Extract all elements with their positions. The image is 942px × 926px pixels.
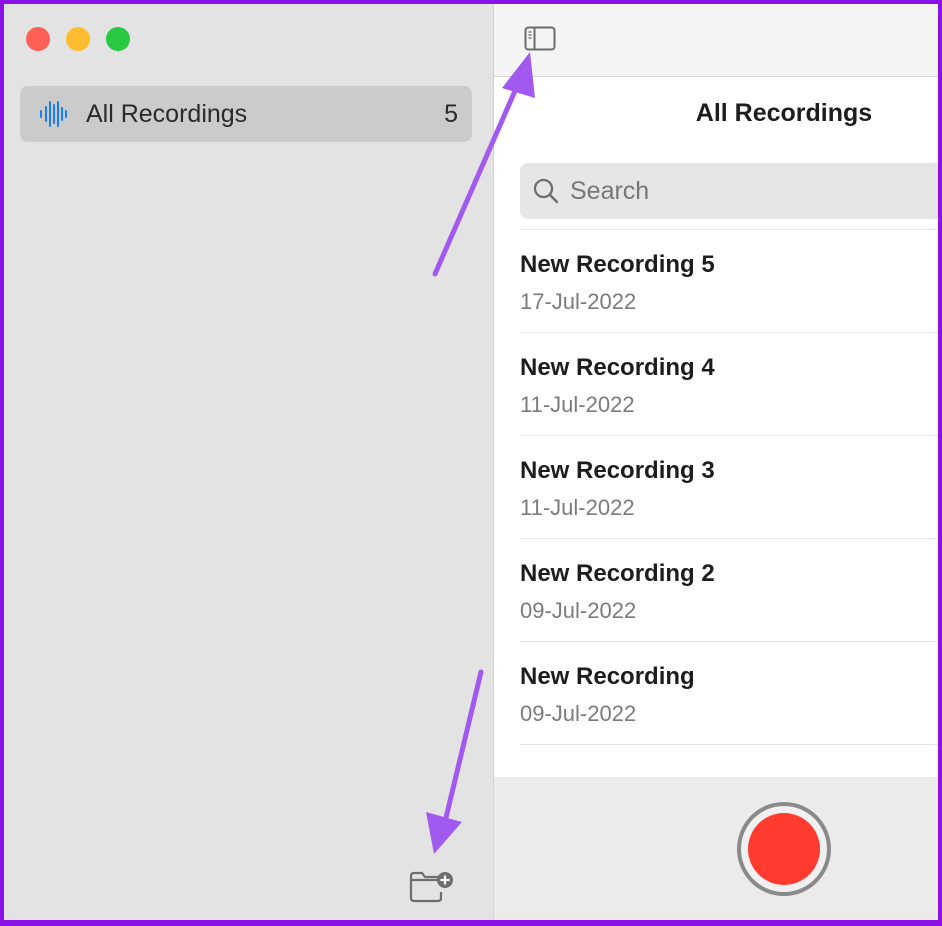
page-title: All Recordings	[695, 99, 873, 127]
zoom-window-button[interactable]	[106, 27, 130, 51]
record-button[interactable]	[737, 802, 831, 896]
recording-row[interactable]: New Recording 3 11-Jul-2022	[520, 435, 938, 538]
record-dot-icon	[748, 813, 820, 885]
toolbar	[494, 4, 938, 77]
waveform-icon	[40, 101, 67, 127]
recording-date: 11-Jul-2022	[520, 495, 635, 520]
recording-name: New Recording 3	[520, 457, 715, 484]
recordings-list: New Recording 5 17-Jul-2022 New Recordin…	[520, 229, 938, 745]
recording-date: 11-Jul-2022	[520, 392, 635, 417]
recording-date: 17-Jul-2022	[520, 289, 637, 314]
search-input[interactable]	[568, 175, 932, 207]
recording-row[interactable]: New Recording 09-Jul-2022	[520, 641, 938, 745]
recordings-pane: All Recordings New Recording 5 17-Jul-20…	[494, 4, 938, 920]
recording-count: 5	[444, 99, 458, 128]
voice-memos-window: All Recordings 5 All Recordings Search N…	[4, 4, 938, 920]
search-field[interactable]	[520, 163, 938, 219]
recording-date: 09-Jul-2022	[520, 701, 637, 726]
sidebar: All Recordings 5	[4, 4, 494, 920]
minimize-window-button[interactable]	[66, 27, 90, 51]
recording-row[interactable]: New Recording 2 09-Jul-2022	[520, 538, 938, 641]
search-icon	[533, 178, 559, 204]
recording-name: New Recording 5	[520, 251, 715, 278]
sidebar-toggle-icon[interactable]	[524, 26, 556, 52]
recording-name: New Recording	[520, 663, 695, 690]
recording-date: 09-Jul-2022	[520, 598, 637, 623]
recording-name: New Recording 2	[520, 560, 715, 587]
traffic-lights	[26, 27, 130, 51]
close-window-button[interactable]	[26, 27, 50, 51]
sidebar-item-label: All Recordings	[86, 99, 248, 128]
recording-name: New Recording 4	[520, 354, 715, 381]
record-bar	[494, 777, 938, 920]
recording-row[interactable]: New Recording 4 11-Jul-2022	[520, 332, 938, 435]
new-folder-icon[interactable]	[408, 870, 456, 904]
sidebar-item-all-recordings[interactable]: All Recordings 5	[20, 86, 472, 142]
recording-row[interactable]: New Recording 5 17-Jul-2022	[520, 229, 938, 332]
